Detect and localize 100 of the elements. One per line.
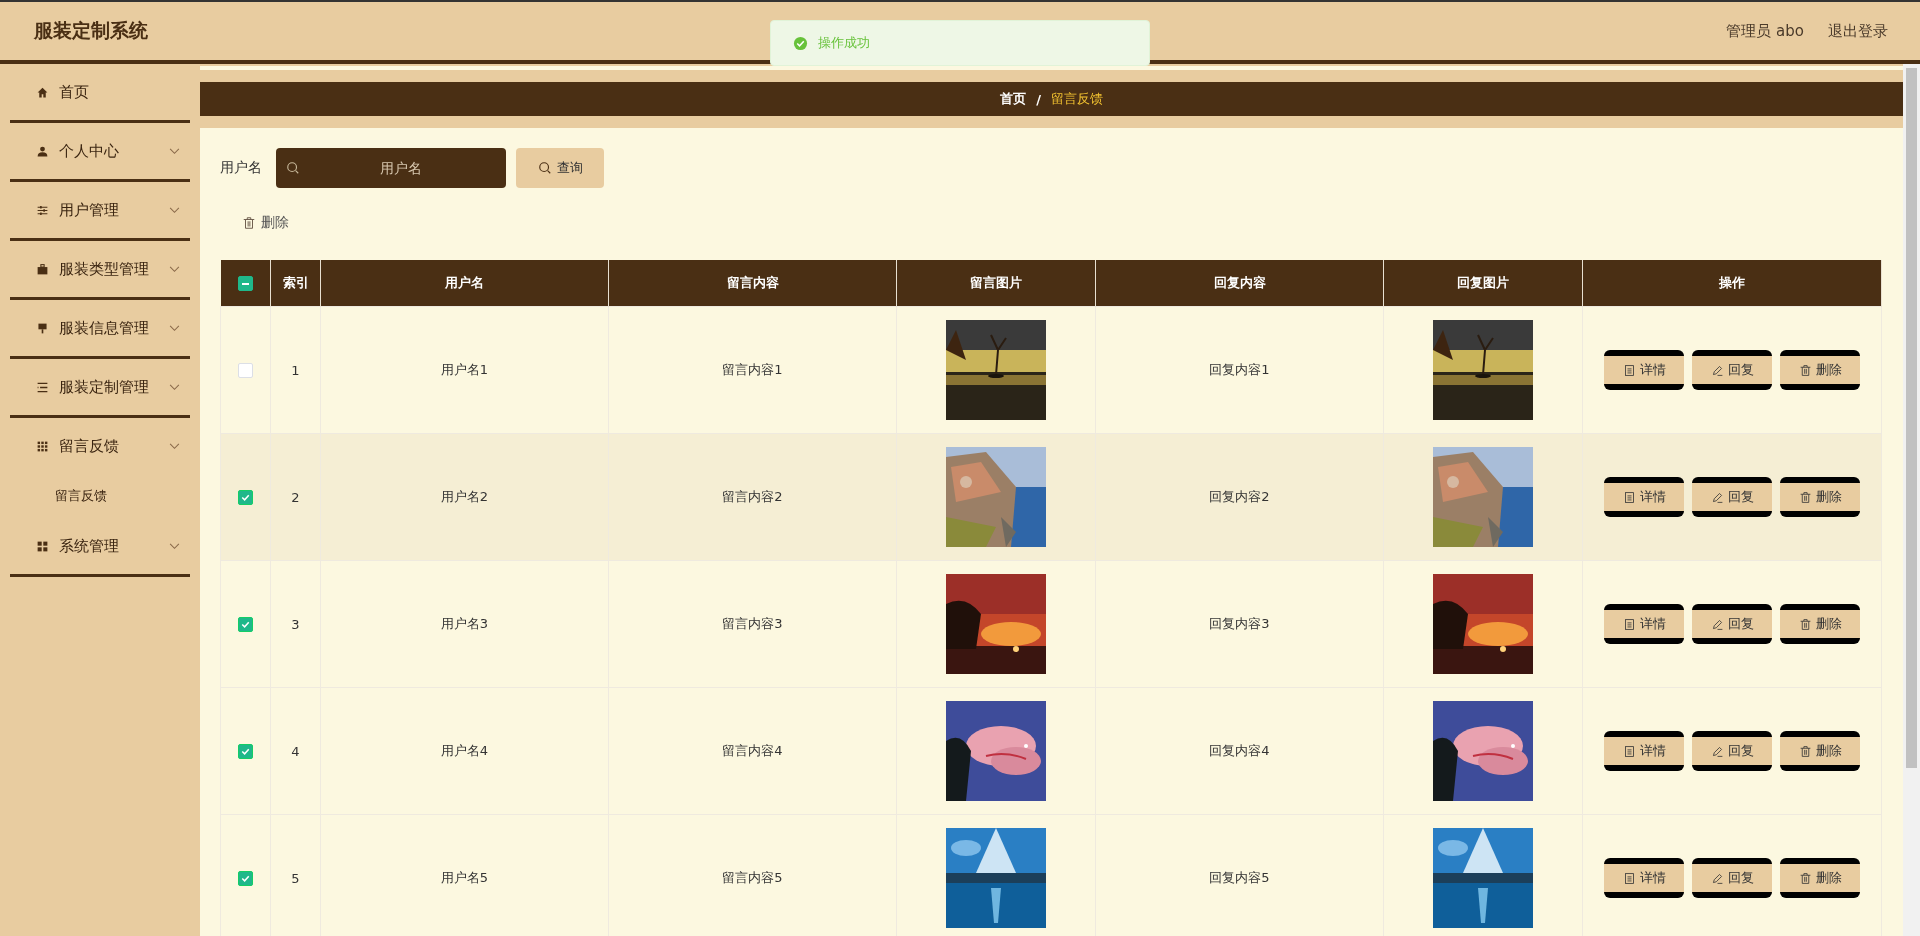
trash-icon	[242, 216, 256, 230]
search-button[interactable]: 查询	[516, 148, 604, 188]
row-checkbox[interactable]	[238, 871, 253, 886]
details-button[interactable]: 详情	[1604, 350, 1684, 390]
menu-item[interactable]: 服装类型管理	[0, 241, 200, 297]
details-button[interactable]: 详情	[1604, 477, 1684, 517]
table-row[interactable]: 5 用户名5 留言内容5 回复内容5 详情 回复 删除	[220, 814, 1882, 936]
delete-button[interactable]: 删除	[1780, 604, 1860, 644]
column-header: 回复图片	[1383, 260, 1583, 307]
delete-button[interactable]: 删除	[238, 210, 293, 236]
details-button[interactable]: 详情	[1604, 858, 1684, 898]
table-row[interactable]: 1 用户名1 留言内容1 回复内容1 详情 回复 删除	[220, 306, 1882, 434]
reply-button[interactable]: 回复	[1692, 731, 1772, 771]
row-checkbox[interactable]	[238, 490, 253, 505]
reply-button[interactable]: 回复	[1692, 604, 1772, 644]
user-name: 管理员 abo	[1726, 21, 1804, 41]
reply-button[interactable]: 回复	[1692, 858, 1772, 898]
column-header: 用户名	[320, 260, 609, 307]
trash-icon	[1798, 617, 1812, 631]
menu-item[interactable]: 个人中心	[0, 123, 200, 179]
chevron-icon	[169, 383, 180, 391]
table-cell: 用户名3	[320, 560, 609, 688]
column-header: 回复内容	[1095, 260, 1384, 307]
menu-item[interactable]: 用户管理	[0, 182, 200, 238]
table-cell: 4	[270, 687, 321, 815]
success-icon	[793, 35, 808, 51]
search-icon	[537, 161, 552, 175]
table-cell: 用户名4	[320, 687, 609, 815]
breadcrumb-link[interactable]: 留言反馈	[1050, 90, 1103, 108]
menu-item[interactable]: 服装定制管理	[0, 359, 200, 415]
chevron-icon	[169, 147, 180, 155]
search-label: 用户名	[220, 159, 262, 177]
table-cell: 用户名2	[320, 433, 609, 561]
table-cell: 回复内容1	[1095, 306, 1384, 434]
reply-button[interactable]: 回复	[1692, 350, 1772, 390]
row-checkbox[interactable]	[238, 363, 253, 378]
column-header: 索引	[270, 260, 321, 307]
table-cell: 用户名1	[320, 306, 609, 434]
trash-icon	[1798, 871, 1812, 885]
home-icon	[36, 85, 49, 99]
apps-icon	[36, 539, 49, 553]
document-icon	[1622, 871, 1636, 885]
menu-item[interactable]: 系统管理	[0, 518, 200, 574]
table-row[interactable]: 3 用户名3 留言内容3 回复内容3 详情 回复 删除	[220, 560, 1882, 688]
details-button[interactable]: 详情	[1604, 731, 1684, 771]
list-icon	[36, 380, 49, 394]
delete-button[interactable]: 删除	[1780, 858, 1860, 898]
chevron-icon	[169, 442, 180, 450]
menu-item[interactable]: 首页	[0, 64, 200, 120]
trash-icon	[1798, 490, 1812, 504]
row-checkbox[interactable]	[238, 744, 253, 759]
table-cell: 2	[270, 433, 321, 561]
details-button[interactable]: 详情	[1604, 604, 1684, 644]
table-cell: 留言内容2	[608, 433, 897, 561]
delete-button[interactable]: 删除	[1780, 731, 1860, 771]
toast-text: 操作成功	[818, 34, 870, 52]
scrollbar[interactable]	[1903, 64, 1920, 936]
table-cell: 留言内容1	[608, 306, 897, 434]
logout-link[interactable]: 退出登录	[1828, 21, 1888, 41]
pencil-icon	[1710, 490, 1724, 504]
app-title: 服装定制系统	[34, 18, 148, 43]
trash-icon	[1798, 363, 1812, 377]
table-cell: 留言内容3	[608, 560, 897, 688]
briefcase-icon	[36, 262, 49, 276]
menu-item[interactable]: 服装信息管理	[0, 300, 200, 356]
chevron-icon	[169, 265, 180, 273]
chevron-icon	[169, 542, 180, 550]
sliders-icon	[36, 203, 49, 217]
reply-button[interactable]: 回复	[1692, 477, 1772, 517]
chevron-icon	[169, 324, 180, 332]
delete-button[interactable]: 删除	[1780, 477, 1860, 517]
trash-icon	[1798, 744, 1812, 758]
table-cell: 回复内容3	[1095, 560, 1384, 688]
table-cell: 1	[270, 306, 321, 434]
document-icon	[1622, 363, 1636, 377]
table-cell: 回复内容2	[1095, 433, 1384, 561]
chevron-icon	[169, 206, 180, 214]
row-checkbox[interactable]	[238, 617, 253, 632]
delete-button[interactable]: 删除	[1780, 350, 1860, 390]
breadcrumb-link[interactable]: 首页	[1000, 90, 1027, 108]
user-icon	[36, 144, 49, 158]
pin-icon	[36, 321, 49, 335]
submenu-item[interactable]: 留言反馈	[0, 474, 200, 518]
table-row[interactable]: 4 用户名4 留言内容4 回复内容4 详情 回复 删除	[220, 687, 1882, 815]
search-field[interactable]: 用户名	[276, 148, 506, 188]
document-icon	[1622, 490, 1636, 504]
pencil-icon	[1710, 363, 1724, 377]
document-icon	[1622, 617, 1636, 631]
breadcrumb-separator: /	[1036, 91, 1041, 107]
search-icon	[286, 161, 300, 175]
grid-icon	[36, 439, 49, 453]
pencil-icon	[1710, 617, 1724, 631]
table-cell: 3	[270, 560, 321, 688]
table-row[interactable]: 2 用户名2 留言内容2 回复内容2 详情 回复 删除	[220, 433, 1882, 561]
menu-item[interactable]: 留言反馈	[0, 418, 200, 474]
table-cell: 回复内容4	[1095, 687, 1384, 815]
pencil-icon	[1710, 871, 1724, 885]
header-checkbox[interactable]	[237, 276, 253, 291]
pencil-icon	[1710, 744, 1724, 758]
column-header: 留言内容	[608, 260, 897, 307]
